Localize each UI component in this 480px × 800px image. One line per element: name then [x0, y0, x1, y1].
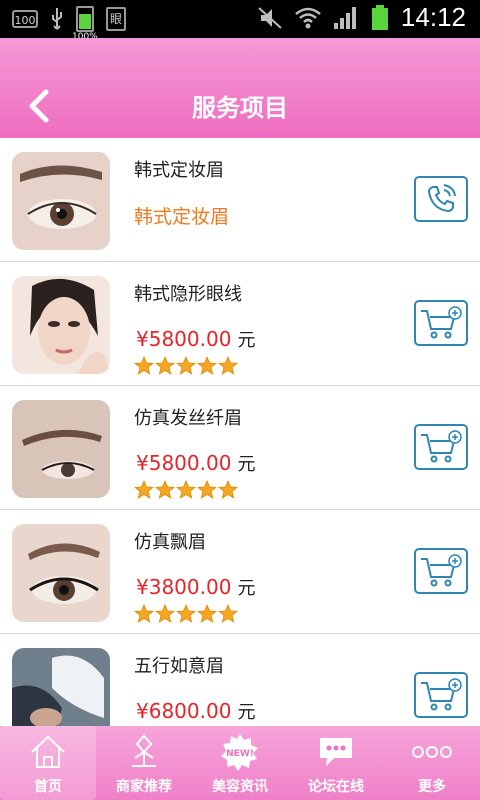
- rating-stars: [134, 480, 238, 500]
- nav-news[interactable]: NEW! 美容资讯: [192, 726, 288, 800]
- item-title: 仿真发丝纤眉: [134, 408, 242, 429]
- nav-forum[interactable]: 论坛在线: [288, 726, 384, 800]
- add-to-cart-button[interactable]: [414, 424, 468, 470]
- star-icon: [155, 356, 175, 375]
- star-icon: [134, 604, 154, 623]
- item-price: ¥5800.00 元: [136, 327, 256, 351]
- item-title: 五行如意眉: [134, 656, 224, 677]
- star-icon: [155, 480, 175, 499]
- battery-icon: [371, 4, 388, 30]
- news-badge: NEW!: [226, 749, 254, 759]
- add-to-cart-button[interactable]: [414, 300, 468, 346]
- service-list: 韩式定妆眉 韩式定妆眉 韩式隐形眼线 ¥5800.00 元 仿真发丝纤眉 ¥58…: [0, 138, 480, 728]
- item-title: 仿真飘眉: [134, 532, 206, 553]
- item-title: 韩式隐形眼线: [134, 284, 242, 305]
- star-icon: [155, 604, 175, 623]
- eyebrow-thumbnail: [12, 152, 110, 250]
- doc-icon: 眼: [106, 7, 126, 31]
- star-icon: [218, 356, 238, 375]
- star-icon: [134, 356, 154, 375]
- mute-icon: [258, 6, 282, 29]
- notification-box-icon: 100: [12, 10, 38, 28]
- star-icon: [218, 480, 238, 499]
- star-icon: [197, 604, 217, 623]
- eyebrow-thumbnail: [12, 400, 110, 498]
- cart-add-icon: [421, 306, 462, 339]
- page-title: 服务项目: [192, 94, 288, 122]
- add-to-cart-button[interactable]: [414, 672, 468, 718]
- star-icon: [134, 480, 154, 499]
- eyebrow-thumbnail: [12, 524, 110, 622]
- forum-icon: [320, 738, 352, 766]
- item-subtitle: 韩式定妆眉: [134, 206, 230, 228]
- phone-icon: [427, 184, 456, 213]
- star-icon: [176, 604, 196, 623]
- signal-icon: [333, 6, 356, 29]
- item-title: 韩式定妆眉: [134, 160, 224, 181]
- merchant-icon: [132, 734, 156, 767]
- nav-label: 美容资讯: [212, 779, 268, 795]
- nav-merchant[interactable]: 商家推荐: [96, 726, 192, 800]
- item-price: ¥6800.00 元: [136, 699, 256, 723]
- list-item[interactable]: 五行如意眉 ¥6800.00 元: [0, 634, 480, 728]
- list-item[interactable]: 韩式定妆眉 韩式定妆眉: [0, 138, 480, 262]
- list-item[interactable]: 仿真发丝纤眉 ¥5800.00 元: [0, 386, 480, 510]
- rating-stars: [134, 604, 238, 624]
- star-icon: [176, 480, 196, 499]
- star-icon: [176, 356, 196, 375]
- add-to-cart-button[interactable]: [414, 548, 468, 594]
- phone-button[interactable]: [414, 176, 468, 222]
- status-time: 14:12: [400, 2, 466, 32]
- home-icon: [31, 736, 65, 768]
- more-icon: [412, 746, 452, 758]
- item-price: ¥5800.00 元: [136, 451, 256, 475]
- star-icon: [218, 604, 238, 623]
- usb-icon: [52, 8, 62, 30]
- battery-small-icon: 100%: [72, 6, 98, 42]
- rating-stars: [134, 356, 238, 376]
- header-bar: 服务项目: [0, 38, 480, 138]
- star-icon: [197, 480, 217, 499]
- nav-label: 更多: [418, 779, 446, 795]
- nav-label: 首页: [34, 779, 62, 795]
- nav-home[interactable]: 首页: [0, 726, 96, 800]
- list-item[interactable]: 韩式隐形眼线 ¥5800.00 元: [0, 262, 480, 386]
- star-icon: [197, 356, 217, 375]
- face-thumbnail: [12, 276, 110, 374]
- cart-add-icon: [421, 678, 462, 711]
- news-icon: NEW!: [221, 734, 258, 771]
- bottom-nav: 首页 商家推荐 NEW! 美容资讯 论坛在线 更多: [0, 726, 480, 800]
- nav-label: 论坛在线: [308, 779, 364, 795]
- nav-label: 商家推荐: [116, 779, 172, 795]
- item-price: ¥3800.00 元: [136, 575, 256, 599]
- list-item[interactable]: 仿真飘眉 ¥3800.00 元: [0, 510, 480, 634]
- wifi-icon: [295, 7, 321, 28]
- nav-more[interactable]: 更多: [384, 726, 480, 800]
- procedure-thumbnail: [12, 648, 110, 728]
- cart-add-icon: [421, 430, 462, 463]
- status-bar: 100 100% 眼 14:12: [0, 0, 480, 42]
- cart-add-icon: [421, 554, 462, 587]
